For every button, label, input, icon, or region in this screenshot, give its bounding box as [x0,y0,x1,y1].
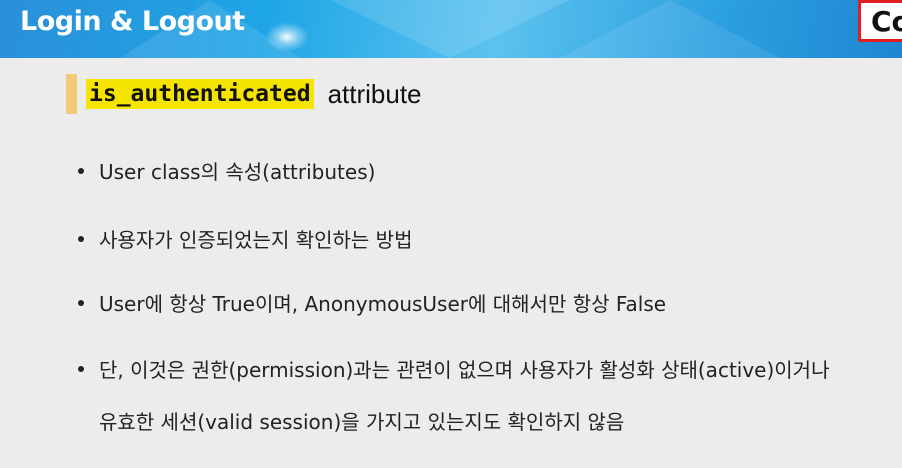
bullet-dot [78,168,84,174]
bullet-item: 사용자가 인증되었는지 확인하는 방법 [78,224,412,253]
banner-glow [265,22,309,52]
banner-decoration [560,0,780,58]
bullet-dot [78,236,84,242]
bullet-dot [78,300,84,306]
heading-text: attribute [327,78,422,109]
bullet-item: User에 항상 True이며, AnonymousUser에 대해서만 항상 … [78,288,666,317]
banner-decoration [330,0,570,58]
bullet-text: 단, 이것은 권한(permission)과는 관련이 없으며 사용자가 활성화… [99,358,830,382]
bullet-dot [78,366,84,372]
heading-code-term: is_authenticated [86,79,314,109]
corner-highlight-box: Co [858,0,902,42]
slide-title: Login & Logout [20,6,245,37]
bullet-text: 사용자가 인증되었는지 확인하는 방법 [99,228,413,252]
bullet-continuation-text: 유효한 세션(valid session)을 가지고 있는지도 확인하지 않음 [99,410,625,434]
bullet-item: 단, 이것은 권한(permission)과는 관련이 없으며 사용자가 활성화… [78,354,829,383]
heading-accent-bar [66,74,77,114]
header-banner: Login & Logout [0,0,902,58]
bullet-text: User에 항상 True이며, AnonymousUser에 대해서만 항상 … [99,292,667,316]
corner-text: Co [871,5,902,38]
bullet-item: User class의 속성(attributes) [78,156,375,185]
section-heading: is_authenticated attribute [66,74,422,114]
bullet-text: User class의 속성(attributes) [99,160,376,184]
